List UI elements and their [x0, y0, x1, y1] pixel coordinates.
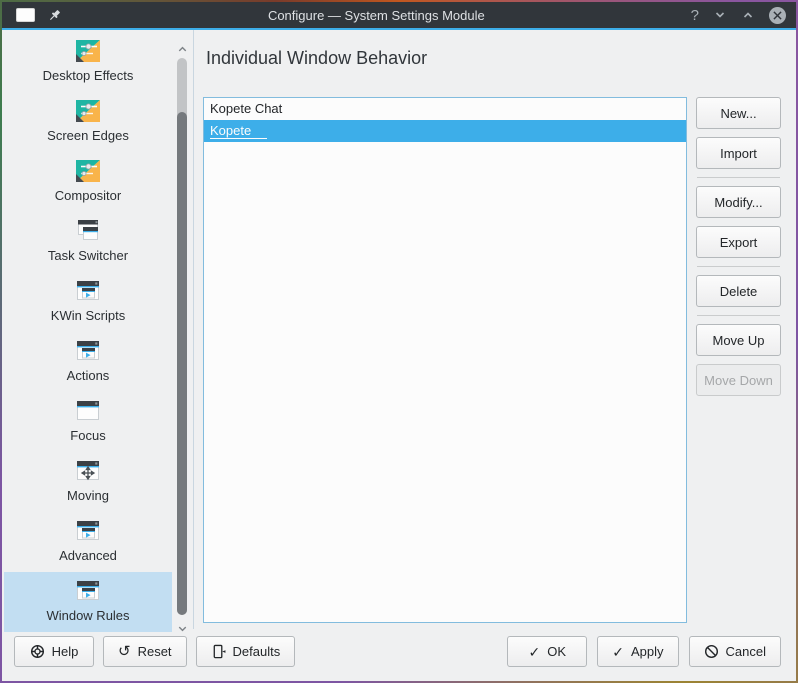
footer-right-buttons: ✓ OK ✓ Apply Cancel: [507, 636, 781, 667]
button-group-separator: [697, 315, 780, 316]
window-play-icon: [74, 517, 102, 545]
sidebar-item-label: Desktop Effects: [43, 68, 134, 83]
sidebar-item-screen-edges[interactable]: Screen Edges: [4, 92, 172, 152]
sidebar-item-label: Task Switcher: [48, 248, 128, 263]
display-settings-icon: [74, 37, 102, 65]
cancel-button[interactable]: Cancel: [689, 636, 781, 667]
apply-button[interactable]: ✓ Apply: [597, 636, 678, 667]
sidebar-item-label: KWin Scripts: [51, 308, 125, 323]
titlebar: Configure — System Settings Module ?: [2, 2, 796, 30]
help-icon[interactable]: ?: [691, 8, 699, 23]
rule-list[interactable]: Kopete Chat Kopete: [203, 97, 687, 623]
ok-button[interactable]: ✓ OK: [507, 636, 587, 667]
sidebar-item-focus[interactable]: Focus: [4, 392, 172, 452]
rule-list-item[interactable]: Kopete Chat: [204, 98, 686, 120]
sidebar-item-kwin-scripts[interactable]: KWin Scripts: [4, 272, 172, 332]
help-buoy-icon: [30, 644, 45, 659]
sidebar-item-window-rules[interactable]: Window Rules: [4, 572, 172, 632]
help-button[interactable]: Help: [14, 636, 94, 667]
sidebar-item-label: Screen Edges: [47, 128, 129, 143]
display-settings-icon: [74, 97, 102, 125]
window-title: Configure — System Settings Module: [62, 8, 691, 23]
move-down-button: Move Down: [696, 364, 781, 396]
window-menu-icon[interactable]: [16, 8, 35, 22]
sidebar-item-label: Moving: [67, 488, 109, 503]
windows-overlap-icon: [74, 217, 102, 245]
footer-left-buttons: Help ↺ Reset Defaults: [14, 636, 295, 667]
check-icon: ✓: [612, 645, 624, 659]
export-button[interactable]: Export: [696, 226, 781, 258]
window-play-icon: [74, 277, 102, 305]
display-settings-icon: [74, 157, 102, 185]
window-move-icon: [74, 457, 102, 485]
pin-icon[interactable]: [47, 8, 62, 23]
action-buttons: New... Import Modify... Export Delete Move Up…: [696, 97, 781, 396]
sidebar-item-label: Actions: [67, 368, 110, 383]
sidebar-item-label: Advanced: [59, 548, 117, 563]
window-play-icon: [74, 577, 102, 605]
defaults-button[interactable]: Defaults: [196, 636, 296, 667]
window-frame: Configure — System Settings Module ? Des…: [0, 0, 798, 683]
check-icon: ✓: [529, 645, 541, 659]
modify-button[interactable]: Modify...: [696, 186, 781, 218]
sidebar-item-moving[interactable]: Moving: [4, 452, 172, 512]
import-button[interactable]: Import: [696, 137, 781, 169]
reset-button[interactable]: ↺ Reset: [103, 636, 187, 667]
sidebar: Desktop Effects Screen Edges Compositor Tas…: [4, 32, 172, 632]
cancel-icon: [704, 644, 719, 659]
sidebar-item-desktop-effects[interactable]: Desktop Effects: [4, 32, 172, 92]
minimize-icon[interactable]: [713, 8, 727, 22]
sidebar-item-actions[interactable]: Actions: [4, 332, 172, 392]
sidebar-scrollbar: [173, 30, 191, 635]
configure-dialog: Configure — System Settings Module ? Des…: [2, 2, 796, 681]
rule-name-edit: Kopete: [210, 123, 267, 139]
delete-button[interactable]: Delete: [696, 275, 781, 307]
scroll-down-icon[interactable]: [175, 621, 189, 635]
scrollbar-track[interactable]: [177, 58, 187, 615]
rule-list-item[interactable]: Kopete: [204, 120, 686, 142]
move-up-button[interactable]: Move Up: [696, 324, 781, 356]
defaults-icon: [211, 644, 226, 659]
sidebar-item-label: Window Rules: [46, 608, 129, 623]
sidebar-item-task-switcher[interactable]: Task Switcher: [4, 212, 172, 272]
maximize-icon[interactable]: [741, 8, 755, 22]
close-icon[interactable]: [769, 7, 786, 24]
window-plain-icon: [74, 397, 102, 425]
rule-name: Kopete Chat: [210, 101, 282, 116]
sidebar-item-compositor[interactable]: Compositor: [4, 152, 172, 212]
new-button[interactable]: New...: [696, 97, 781, 129]
panel-separator: [193, 30, 194, 629]
button-group-separator: [697, 177, 780, 178]
sidebar-item-advanced[interactable]: Advanced: [4, 512, 172, 572]
scroll-up-icon[interactable]: [175, 42, 189, 56]
page-title: Individual Window Behavior: [206, 48, 427, 69]
scrollbar-thumb[interactable]: [177, 112, 187, 615]
reset-icon: ↺: [118, 644, 131, 659]
sidebar-item-label: Focus: [70, 428, 105, 443]
window-play-icon: [74, 337, 102, 365]
sidebar-item-label: Compositor: [55, 188, 121, 203]
button-group-separator: [697, 266, 780, 267]
